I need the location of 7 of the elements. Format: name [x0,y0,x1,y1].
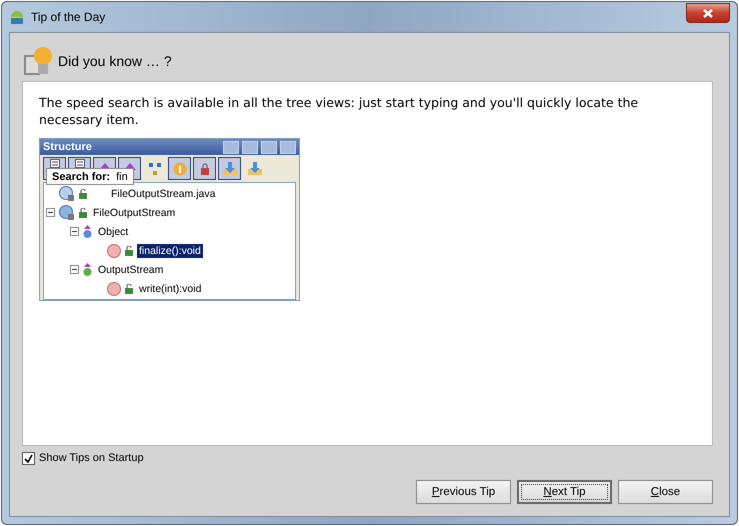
panel-title: Structure [43,141,92,154]
search-value: fin [116,170,128,182]
checkbox-label: Show Tips on Startup [39,452,144,464]
header-title: Did you know … ? [58,53,172,69]
window-title: Tip of the Day [31,10,106,24]
search-label: Search for: [52,170,110,182]
tip-text: The speed search is available in all the tree views: just start typing and you'll quickly locate the necessary item. [39,94,640,128]
